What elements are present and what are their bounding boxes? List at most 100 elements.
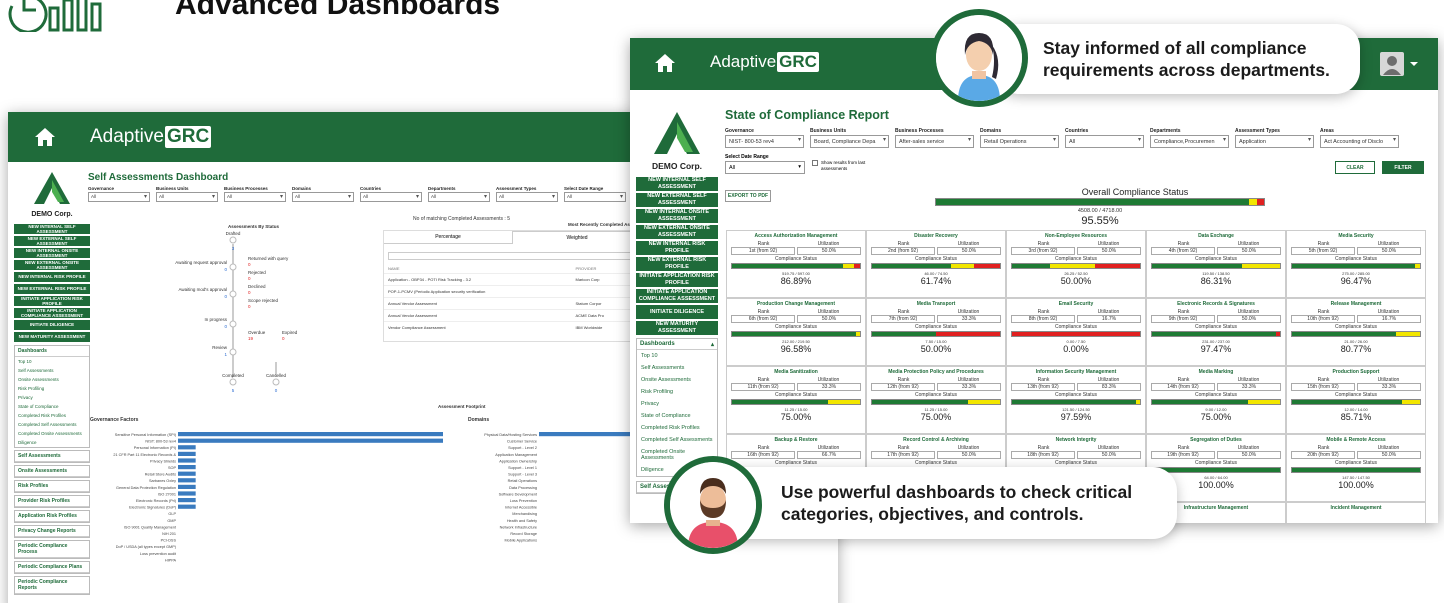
dashboard-link[interactable]: Top 10 xyxy=(637,350,717,362)
clear-button[interactable]: CLEAR xyxy=(1335,161,1375,174)
table-row[interactable]: POP-1-PCMV (Periodic Application securit… xyxy=(384,285,642,297)
dashboard-link[interactable]: Diligence xyxy=(15,438,89,447)
dashboard-link[interactable]: Onsite Assessments xyxy=(637,374,717,386)
nav-button[interactable]: INITIATE DILIGENCE xyxy=(14,320,90,330)
nav-button[interactable]: NEW INTERNAL ONSITE ASSESSMENT xyxy=(14,248,90,258)
menu-section-head[interactable]: Periodic Compliance Plans xyxy=(15,562,89,573)
compliance-tile[interactable]: Media Marking Rank Utilization 14th (from 9… xyxy=(1146,366,1286,434)
menu-section-head[interactable]: Onsite Assessments xyxy=(15,466,89,477)
menu-section-head[interactable]: Risk Profiles xyxy=(15,481,89,492)
menu-section-head[interactable]: Self Assessments xyxy=(15,451,89,462)
menu-section-head[interactable]: Periodic Compliance Process xyxy=(15,541,89,558)
filter-select[interactable]: All xyxy=(564,192,626,202)
nav-button[interactable]: NEW EXTERNAL RISK PROFILE xyxy=(14,284,90,294)
recent-search-input[interactable] xyxy=(388,252,638,260)
bar[interactable] xyxy=(178,471,196,476)
table-row[interactable]: Vendor Compliance Assessment IBM Worldwid… xyxy=(384,321,642,333)
filter-button[interactable]: FILTER xyxy=(1382,161,1424,174)
date-range-select[interactable]: All ▾ xyxy=(725,161,805,174)
home-icon[interactable] xyxy=(32,126,58,148)
nav-button[interactable]: NEW EXTERNAL SELF ASSESSMENT xyxy=(14,236,90,246)
dashboard-link[interactable]: Self Assessments xyxy=(15,366,89,375)
dashboard-link[interactable]: Completed Self Assessments xyxy=(637,434,717,446)
filter-select[interactable]: All xyxy=(360,192,422,202)
compliance-tile[interactable]: Media Sanitization Rank Utilization 11th (f… xyxy=(726,366,866,434)
nav-button[interactable]: NEW MATURITY ASSESSMENT xyxy=(14,332,90,342)
filter-select[interactable]: All xyxy=(224,192,286,202)
nav-button[interactable]: NEW INTERNAL RISK PROFILE xyxy=(14,272,90,282)
compliance-tile[interactable]: Production Support Rank Utilization 15th (f… xyxy=(1286,366,1426,434)
bar[interactable] xyxy=(539,432,639,437)
filter-select[interactable]: Compliance,Procuremen xyxy=(1150,135,1229,148)
nav-button[interactable]: NEW INTERNAL SELF ASSESSMENT xyxy=(636,177,718,191)
compliance-tile[interactable]: Disaster Recovery Rank Utilization 2nd (fro… xyxy=(866,230,1006,298)
compliance-tile[interactable]: Non-Employee Resources Rank Utilization 3rd… xyxy=(1006,230,1146,298)
dashboard-link[interactable]: Onsite Assessments xyxy=(15,375,89,384)
dashboard-link[interactable]: State of Compliance xyxy=(15,402,89,411)
bar[interactable] xyxy=(178,504,196,509)
dashboards-menu-head-front[interactable]: Dashboards ▴ xyxy=(637,339,717,350)
filter-select[interactable]: All xyxy=(292,192,354,202)
nav-button[interactable]: INITIATE APPLICATION COMPLIANCE ASSESSME… xyxy=(14,308,90,318)
nav-button[interactable]: INITIATE APPLICATION RISK PROFILE xyxy=(14,296,90,306)
compliance-tile[interactable]: Incident Management xyxy=(1286,502,1426,523)
bar[interactable] xyxy=(178,498,196,503)
compliance-tile[interactable]: Access Authorization Management Rank Utili… xyxy=(726,230,866,298)
compliance-tile[interactable]: Electronic Records & Signatures Rank Utili… xyxy=(1146,298,1286,366)
compliance-tile[interactable]: Data Exchange Rank Utilization 4th (from 92… xyxy=(1146,230,1286,298)
tab-percentage[interactable]: Percentage xyxy=(384,231,512,244)
compliance-tile[interactable]: Media Transport Rank Utilization 7th (from … xyxy=(866,298,1006,366)
compliance-tile[interactable]: Information Security Management Rank Utili… xyxy=(1006,366,1146,434)
bar[interactable] xyxy=(178,484,196,489)
nav-button[interactable]: NEW MATURITY ASSESSMENT xyxy=(636,321,718,335)
bar[interactable] xyxy=(178,478,196,483)
table-row[interactable]: Annual Vendor Assessment Statum Corpor xyxy=(384,297,642,309)
bar[interactable] xyxy=(178,458,196,463)
menu-section-head[interactable]: Application Risk Profiles xyxy=(15,511,89,522)
compliance-tile[interactable]: Release Management Rank Utilization 10th (f… xyxy=(1286,298,1426,366)
filter-select[interactable]: All xyxy=(428,192,490,202)
filter-select[interactable]: All xyxy=(156,192,218,202)
filter-select[interactable]: All xyxy=(88,192,150,202)
filter-select[interactable]: Board, Compliance Depa xyxy=(810,135,889,148)
nav-button[interactable]: NEW INTERNAL RISK PROFILE xyxy=(636,241,718,255)
menu-section-head[interactable]: Provider Risk Profiles xyxy=(15,496,89,507)
filter-select[interactable]: After-sales service xyxy=(895,135,974,148)
compliance-tile[interactable]: Production Change Management Rank Utilizat… xyxy=(726,298,866,366)
nav-button[interactable]: NEW EXTERNAL RISK PROFILE xyxy=(636,257,718,271)
export-pdf-button[interactable]: EXPORT TO PDF xyxy=(725,190,771,202)
nav-button[interactable]: NEW INTERNAL SELF ASSESSMENT xyxy=(14,224,90,234)
compliance-tile[interactable]: Mobile & Remote Access Rank Utilization 20t… xyxy=(1286,434,1426,502)
dashboard-link[interactable]: Completed Risk Profiles xyxy=(15,411,89,420)
bar[interactable] xyxy=(178,432,443,437)
filter-select[interactable]: NIST- 800-53 rev4 xyxy=(725,135,804,148)
nav-button[interactable]: NEW EXTERNAL ONSITE ASSESSMENT xyxy=(636,225,718,239)
bar[interactable] xyxy=(178,438,443,443)
nav-button[interactable]: NEW EXTERNAL ONSITE ASSESSMENT xyxy=(14,260,90,270)
dashboard-link[interactable]: Self Assessments xyxy=(637,362,717,374)
dashboard-link[interactable]: Privacy xyxy=(637,398,717,410)
dashboard-link[interactable]: Privacy xyxy=(15,393,89,402)
bar[interactable] xyxy=(178,445,196,450)
bar[interactable] xyxy=(178,491,196,496)
nav-button[interactable]: INITIATE APPLICATION RISK PROFILE xyxy=(636,273,718,287)
compliance-tile[interactable]: Media Protection Policy and Procedures Ra… xyxy=(866,366,1006,434)
compliance-tile[interactable]: Email Security Rank Utilization 8th (from 9… xyxy=(1006,298,1146,366)
filter-select[interactable]: Retail Operations xyxy=(980,135,1059,148)
filter-select[interactable]: All xyxy=(1065,135,1144,148)
dashboard-link[interactable]: Top 10 xyxy=(15,357,89,366)
dashboards-menu-head[interactable]: Dashboards xyxy=(15,346,89,357)
bar[interactable] xyxy=(178,465,196,470)
table-row[interactable]: Annual Vendor Assessment ACME Data Pro xyxy=(384,309,642,321)
show-last-checkbox[interactable] xyxy=(812,160,818,166)
dashboard-link[interactable]: Risk Profiling xyxy=(15,384,89,393)
nav-button[interactable]: INITIATE APPLICATION COMPLIANCE ASSESSME… xyxy=(636,289,718,303)
dashboard-link[interactable]: Completed Self Assessments xyxy=(15,420,89,429)
dashboard-link[interactable]: State of Compliance xyxy=(637,410,717,422)
filter-select[interactable]: All xyxy=(496,192,558,202)
dashboard-link[interactable]: Risk Profiling xyxy=(637,386,717,398)
filter-select[interactable]: Act Accounting of Disclo xyxy=(1320,135,1399,148)
tab-weighted[interactable]: Weighted xyxy=(512,231,642,244)
nav-button[interactable]: NEW INTERNAL ONSITE ASSESSMENT xyxy=(636,209,718,223)
user-menu-icon[interactable] xyxy=(1378,50,1420,78)
